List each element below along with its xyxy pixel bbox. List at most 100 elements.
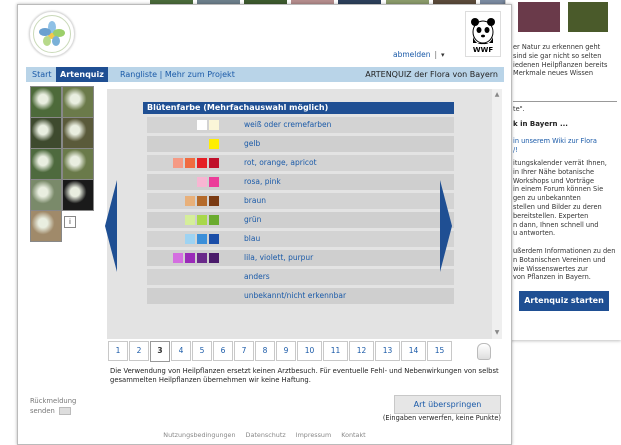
color-swatch	[185, 158, 195, 168]
color-option-label: unbekannt/nicht erkennbar	[244, 291, 347, 300]
footer-links: Nutzungsbedingungen Datenschutz Impressum K…	[18, 431, 511, 439]
color-swatch	[197, 253, 207, 263]
flora-von-bayern-logo[interactable]	[29, 11, 75, 57]
page-button[interactable]: 13	[375, 341, 400, 361]
color-option[interactable]: blau	[147, 231, 454, 249]
color-option-label: blau	[244, 234, 261, 243]
color-swatch	[209, 139, 219, 149]
page-button[interactable]: 8	[255, 341, 275, 361]
page-button[interactable]: 4	[171, 341, 191, 361]
color-option-label: grün	[244, 215, 262, 224]
color-swatch	[197, 177, 207, 187]
plant-thumbnail[interactable]	[30, 210, 62, 242]
plant-thumbnail[interactable]	[30, 86, 62, 118]
plant-thumbnail[interactable]	[30, 117, 62, 149]
color-swatch	[185, 215, 195, 225]
info-icon[interactable]: i	[64, 216, 76, 228]
quiz-window: WWF abmelden | ▾ Start Artenquiz Rangliste…	[17, 4, 512, 445]
color-swatch	[197, 158, 207, 168]
footer-link[interactable]: Datenschutz	[246, 431, 286, 439]
background-wiki-tail: /!	[513, 146, 518, 154]
color-option[interactable]: weiß oder cremefarben	[147, 117, 454, 135]
color-swatch	[173, 253, 183, 263]
footer-link[interactable]: Impressum	[296, 431, 332, 439]
color-swatch	[209, 196, 219, 206]
color-option-label: gelb	[244, 139, 261, 148]
color-option[interactable]: lila, violett, purpur	[147, 250, 454, 268]
background-text-line: in Ihrer Nähe botanische	[513, 167, 595, 176]
color-option[interactable]: unbekannt/nicht erkennbar	[147, 288, 454, 306]
main-navigation: Start Artenquiz Rangliste | Mehr zum Pro…	[26, 67, 504, 82]
page-button[interactable]: 14	[401, 341, 426, 361]
color-swatch	[173, 158, 183, 168]
quiz-scrollbar[interactable]: ▲ ▼	[492, 89, 502, 339]
page-button[interactable]: 9	[276, 341, 296, 361]
page-button[interactable]: 3	[150, 341, 170, 362]
question-header: Blütenfarbe (Mehrfachauswahl möglich)	[143, 102, 454, 114]
flower-logo-icon	[39, 21, 65, 46]
scroll-down-icon[interactable]: ▼	[493, 329, 501, 337]
logout-link[interactable]: abmelden	[393, 50, 431, 59]
color-option[interactable]: grün	[147, 212, 454, 230]
hint-bulb-icon[interactable]	[477, 343, 491, 360]
page-button[interactable]: 11	[323, 341, 348, 361]
plant-thumbnail[interactable]	[62, 86, 94, 118]
color-option[interactable]: braun	[147, 193, 454, 211]
footer-link[interactable]: Kontakt	[341, 431, 365, 439]
background-text-line: er Natur zu erkennen geht	[513, 43, 601, 51]
background-divider	[513, 101, 617, 102]
plant-thumbnail[interactable]	[62, 117, 94, 149]
background-wiki-link[interactable]: in unserem Wiki zur Flora	[513, 137, 597, 145]
previous-arrow-button[interactable]	[105, 180, 117, 272]
dropdown-arrow-icon[interactable]: ▾	[441, 51, 445, 59]
page-button[interactable]: 2	[129, 341, 149, 361]
next-arrow-button[interactable]	[440, 180, 452, 272]
background-text-line: iedenen Heilpflanzen bereits	[513, 60, 608, 69]
color-option[interactable]: rot, orange, apricot	[147, 155, 454, 173]
color-option-label: weiß oder cremefarben	[244, 120, 332, 129]
color-option[interactable]: anders	[147, 269, 454, 287]
plant-thumbnail[interactable]	[30, 148, 62, 180]
color-option[interactable]: gelb	[147, 136, 454, 154]
background-text-line: itungskalender verrät Ihnen,	[513, 159, 607, 167]
color-option-label: braun	[244, 196, 266, 205]
color-option[interactable]: rosa, pink	[147, 174, 454, 192]
nav-start[interactable]: Start	[32, 67, 52, 82]
page-button[interactable]: 7	[234, 341, 254, 361]
background-text-line: von Pflanzen in Bayern.	[513, 273, 591, 282]
color-swatch	[209, 158, 219, 168]
artenquiz-starten-button[interactable]: Artenquiz starten	[519, 291, 609, 311]
panda-icon	[471, 18, 495, 45]
skip-species-button[interactable]: Art überspringen	[394, 395, 501, 414]
color-option-label: rosa, pink	[244, 177, 281, 186]
footer-link[interactable]: Nutzungsbedingungen	[163, 431, 235, 439]
color-option-label: rot, orange, apricot	[244, 158, 317, 167]
color-swatch	[185, 196, 195, 206]
link-separator: |	[434, 50, 438, 59]
page-button[interactable]: 12	[349, 341, 374, 361]
page-navigation: 1 2 3 4 5 6 7 8 9 10 11 12 13 14 15	[108, 341, 501, 362]
feedback-area[interactable]: Rückmeldung senden	[30, 396, 76, 416]
plant-thumbnail[interactable]	[62, 148, 94, 180]
nav-rangliste-mehr[interactable]: Rangliste | Mehr zum Projekt	[120, 67, 235, 82]
page-button[interactable]: 1	[108, 341, 128, 361]
color-swatch	[197, 215, 207, 225]
page-button[interactable]: 10	[297, 341, 322, 361]
background-flower-image	[518, 2, 560, 32]
page-button[interactable]: 5	[192, 341, 212, 361]
plant-thumbnail[interactable]	[30, 179, 62, 211]
page-button[interactable]: 6	[213, 341, 233, 361]
nav-artenquiz[interactable]: Artenquiz	[56, 67, 108, 82]
background-flower-image	[568, 2, 608, 32]
feedback-toggle[interactable]	[58, 407, 71, 415]
page-button[interactable]: 15	[427, 341, 452, 361]
background-text-line: stellen und Bilder zu deren	[513, 203, 602, 211]
scroll-up-icon[interactable]: ▲	[493, 91, 501, 99]
background-text-line: in einem Forum können Sie	[513, 185, 604, 194]
wwf-logo[interactable]: WWF	[465, 11, 501, 57]
background-text-line: sind sie gar nicht so selten	[513, 51, 602, 60]
plant-thumbnail[interactable]	[62, 179, 94, 211]
background-text-line: Merkmale neues Wissen	[513, 69, 594, 78]
color-swatch	[197, 234, 207, 244]
user-links: abmelden | ▾	[393, 50, 445, 59]
